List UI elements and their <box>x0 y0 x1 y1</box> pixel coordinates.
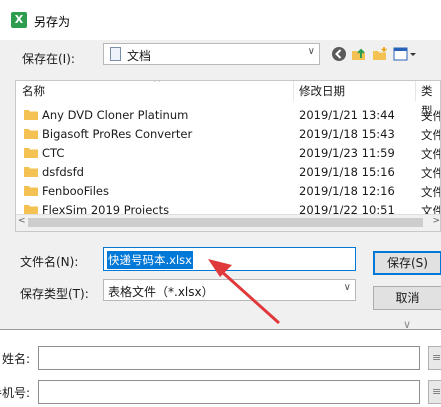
chevron-down-icon: ∨ <box>403 318 412 330</box>
name-side-button[interactable]: ≡ <box>428 346 441 370</box>
folder-icon <box>24 109 38 120</box>
file-type: 文件 <box>421 185 440 199</box>
name-input[interactable] <box>38 346 420 370</box>
excel-app-icon: X <box>11 12 27 28</box>
file-list[interactable]: 名称 ^ 修改日期 类型 Any DVD Cloner Platinum 201… <box>15 80 441 232</box>
file-name: CTC <box>42 146 65 160</box>
phone-label: 手机号: <box>0 386 31 400</box>
file-row[interactable]: CTC 2019/1/23 11:59 文件 <box>16 144 440 163</box>
filename-label: 文件名(N): <box>20 255 79 269</box>
filetype-label: 保存类型(T): <box>20 287 89 301</box>
view-menu-icon[interactable] <box>393 45 417 63</box>
sort-up-icon: ^ <box>153 80 162 89</box>
file-row[interactable]: Any DVD Cloner Platinum 2019/1/21 13:44 … <box>16 106 440 125</box>
document-folder-icon <box>110 47 121 61</box>
file-name: FenbooFiles <box>42 184 109 198</box>
save-in-label: 保存在(I): <box>22 52 75 66</box>
column-divider <box>415 81 416 101</box>
filename-value: 快递号码本.xlsx <box>107 251 193 269</box>
back-icon[interactable] <box>330 45 348 63</box>
up-folder-icon[interactable] <box>350 45 368 63</box>
folder-icon <box>24 128 38 139</box>
file-row[interactable]: FenbooFiles 2019/1/18 12:16 文件 <box>16 182 440 201</box>
file-date: 2019/1/18 15:16 <box>299 165 395 179</box>
filename-input[interactable]: 快递号码本.xlsx <box>103 247 356 271</box>
file-date: 2019/1/23 11:59 <box>299 146 395 160</box>
folder-icon <box>24 185 38 196</box>
phone-form-row: 手机号: ≡ <box>0 378 441 406</box>
scroll-right-icon[interactable]: > <box>432 216 440 226</box>
new-folder-icon[interactable] <box>371 45 389 63</box>
filetype-dropdown[interactable]: 表格文件（*.xlsx） ∨ <box>103 279 356 301</box>
file-date: 2019/1/18 12:16 <box>299 184 395 198</box>
file-row[interactable]: dsfdsfd 2019/1/18 15:16 文件 <box>16 163 440 182</box>
horizontal-scrollbar[interactable]: < > <box>16 214 440 231</box>
dialog-titlebar: X 另存为 <box>0 0 441 40</box>
file-date: 2019/1/18 15:43 <box>299 127 395 141</box>
column-header-type[interactable]: 类型 <box>421 81 440 118</box>
column-header-date[interactable]: 修改日期 <box>299 81 345 101</box>
folder-icon <box>24 166 38 177</box>
cancel-button[interactable]: 取消 <box>373 286 441 310</box>
folder-icon <box>24 147 38 158</box>
column-header-name[interactable]: 名称 <box>22 81 45 101</box>
save-button[interactable]: 保存(S) <box>373 251 441 275</box>
filetype-value: 表格文件（*.xlsx） <box>108 285 214 299</box>
name-label: 姓名: <box>2 352 31 366</box>
file-type: 文件 <box>421 109 440 123</box>
file-name: Any DVD Cloner Platinum <box>42 108 189 122</box>
file-type: 文件 <box>421 147 440 161</box>
phone-input[interactable] <box>38 380 420 404</box>
chevron-down-icon: ∨ <box>343 282 351 293</box>
file-type: 文件 <box>421 166 440 180</box>
scroll-left-icon[interactable]: < <box>18 216 26 226</box>
file-name: Bigasoft ProRes Converter <box>42 127 193 141</box>
file-date: 2019/1/21 13:44 <box>299 108 395 122</box>
scrollbar-thumb[interactable] <box>28 218 423 227</box>
column-divider <box>293 81 294 101</box>
dialog-title: 另存为 <box>34 15 71 29</box>
save-as-dialog: X 另存为 保存在(I): 文档 ∨ 名称 ^ 修改日期 类型 Any DVD … <box>0 0 441 330</box>
file-type: 文件 <box>421 128 440 142</box>
file-row[interactable]: Bigasoft ProRes Converter 2019/1/18 15:4… <box>16 125 440 144</box>
save-in-dropdown[interactable]: 文档 ∨ <box>103 43 320 65</box>
name-form-row: 姓名: ≡ <box>0 344 441 372</box>
phone-side-button[interactable]: ≡ <box>428 380 441 404</box>
save-in-value: 文档 <box>127 49 152 63</box>
chevron-down-icon: ∨ <box>307 46 315 57</box>
file-name: dsfdsfd <box>42 165 84 179</box>
